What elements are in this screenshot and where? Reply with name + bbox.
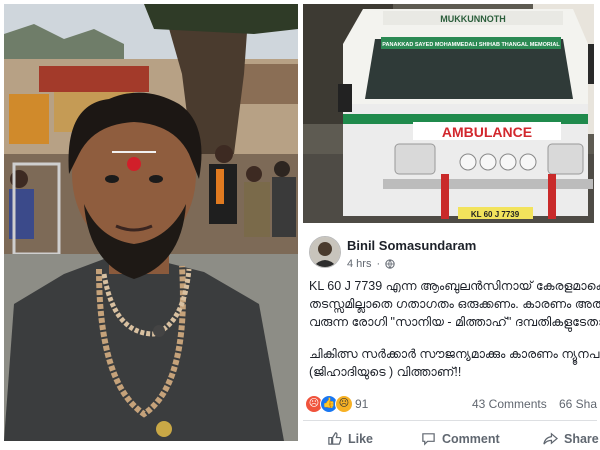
shares-count[interactable]: 66 Sha: [559, 397, 597, 411]
share-icon: [543, 432, 558, 445]
sad-reaction-icon: ☹: [335, 395, 353, 413]
post-line: KL 60 J 7739 എന്ന ആംബുലൻസിനായ് കേരളമാകെ: [309, 279, 600, 293]
ambulance-photo: MUKKUNNOTH PANAKKAD SAYED MOHAMMEDALI SH…: [303, 4, 594, 223]
portrait-photo: [4, 4, 298, 441]
ambulance-illustration: MUKKUNNOTH PANAKKAD SAYED MOHAMMEDALI SH…: [303, 4, 594, 223]
author-avatar[interactable]: [309, 236, 341, 268]
reaction-count[interactable]: 91: [355, 397, 368, 411]
comments-count[interactable]: 43 Comments: [472, 397, 547, 411]
post-line: (ജിഹാദിയുടെ ) വിത്താണ്!!: [309, 365, 462, 379]
author-name[interactable]: Binil Somasundaram: [347, 238, 476, 253]
share-label: Share: [564, 431, 599, 446]
ambulance-header-text: MUKKUNNOTH: [440, 14, 506, 24]
portrait-illustration: [4, 4, 298, 441]
reactions-bar: ☹ 👍 ☹ 91 43 Comments 66 Sha: [305, 395, 597, 413]
comment-button[interactable]: Comment: [421, 431, 500, 446]
post-text: KL 60 J 7739 എന്ന ആംബുലൻസിനായ് കേരളമാകെ …: [309, 277, 600, 395]
post-line: വരുന്ന രോഗി "സാനിയ - മിത്താഹ്" ദമ്പതികളു…: [309, 315, 600, 329]
post-meta: 4 hrs ·: [347, 258, 395, 270]
post-paragraph-2: ചികിത്സ സർക്കാർ സൗജന്യമാക്കും കാരണം ന്യൂ…: [309, 345, 600, 381]
globe-icon[interactable]: [385, 259, 395, 269]
post-line: ചികിത്സ സർക്കാർ സൗജന്യമാക്കും കാരണം ന്യൂ…: [309, 347, 600, 361]
avatar-image: [310, 237, 340, 267]
comment-icon: [422, 433, 435, 446]
thumbs-up-icon: [328, 432, 342, 445]
comment-label: Comment: [442, 431, 500, 446]
like-label: Like: [348, 431, 374, 446]
ambulance-plate-text: KL 60 J 7739: [471, 210, 520, 219]
like-button[interactable]: Like: [327, 431, 373, 446]
post-time[interactable]: 4 hrs: [347, 258, 371, 270]
post-line: തടസ്സമില്ലാതെ ഗതാഗതം ഒരുക്കണം. കാരണം അതി…: [309, 297, 600, 311]
ambulance-body-text: AMBULANCE: [442, 124, 532, 140]
ambulance-windshield-text: PANAKKAD SAYED MOHAMMEDALI SHIHAB THANGA…: [382, 42, 560, 48]
reaction-icons[interactable]: ☹ 👍 ☹: [305, 395, 353, 413]
post-paragraph-1: KL 60 J 7739 എന്ന ആംബുലൻസിനായ് കേരളമാകെ …: [309, 277, 600, 331]
share-button[interactable]: Share: [543, 431, 599, 446]
divider: [303, 420, 597, 421]
facebook-post: Binil Somasundaram 4 hrs · KL 60 J 7739 …: [303, 225, 600, 450]
